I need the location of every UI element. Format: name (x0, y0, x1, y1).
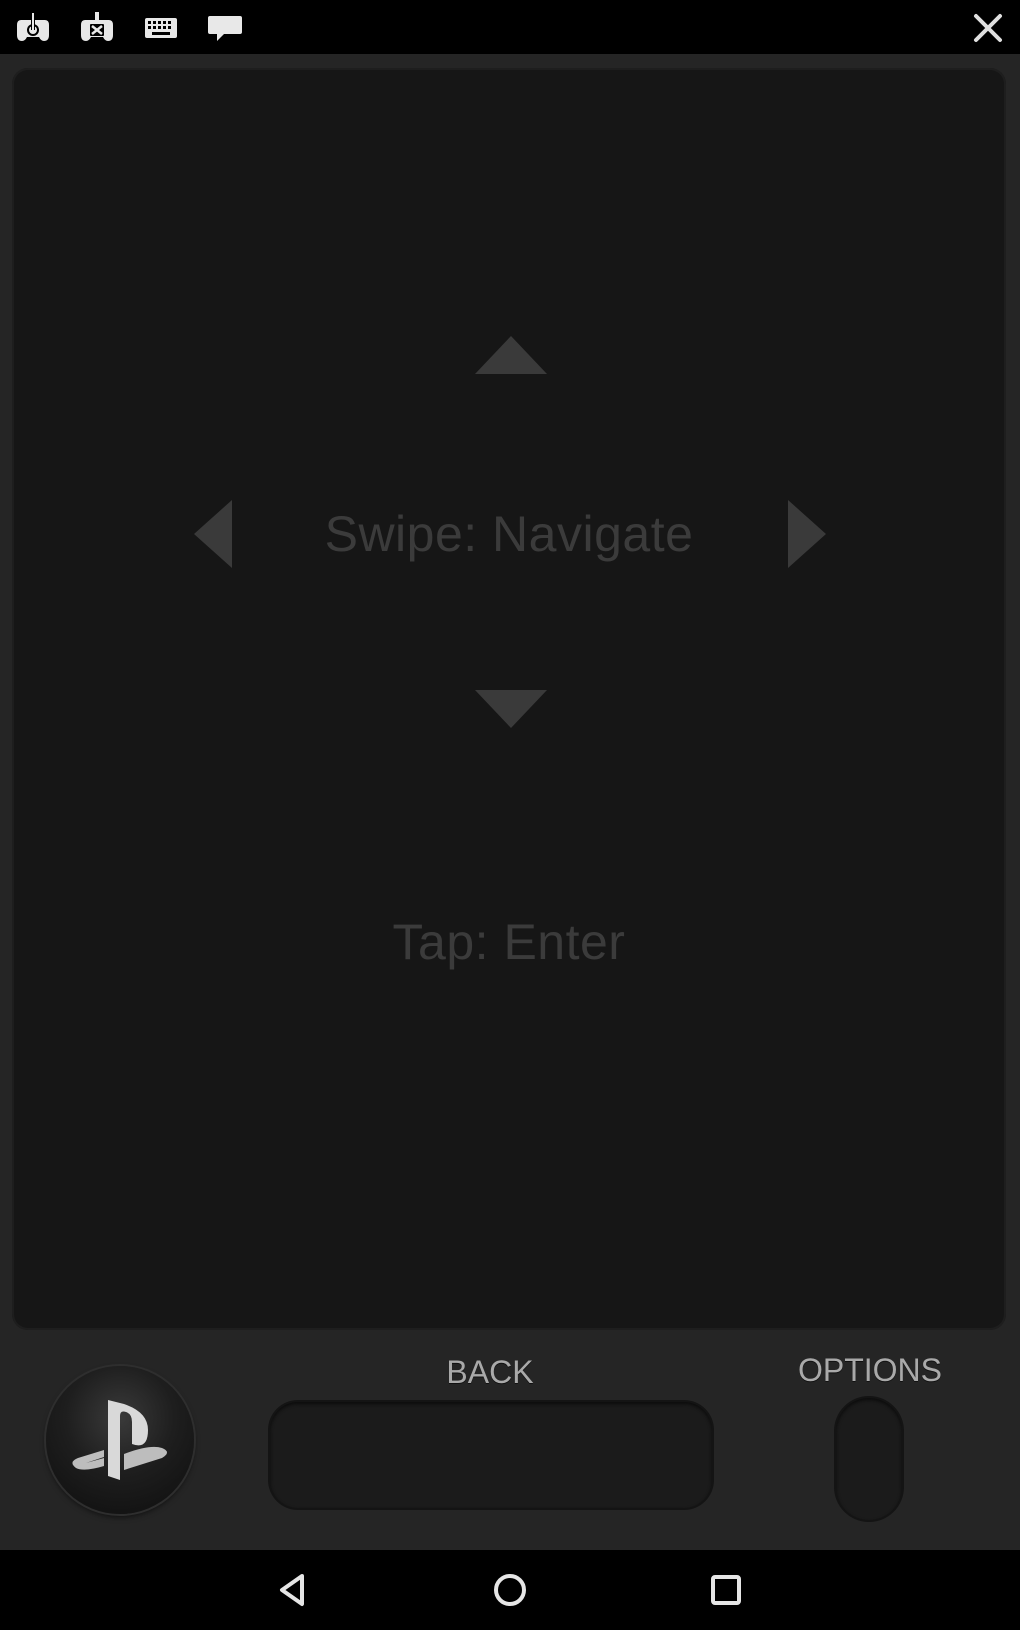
down-arrow-icon (473, 688, 549, 735)
options-button[interactable] (836, 1398, 902, 1520)
right-arrow-icon (786, 498, 828, 575)
recents-nav-icon[interactable] (702, 1566, 750, 1614)
playstation-logo-icon (72, 1400, 167, 1480)
close-icon[interactable] (968, 8, 1008, 48)
controller-power-icon[interactable] (14, 8, 52, 46)
up-arrow-icon (473, 334, 549, 381)
chat-icon[interactable] (206, 8, 244, 46)
remote-play-screen: Swipe: Navigate Tap: Enter BACK OPTIONS (0, 0, 1020, 1630)
swipe-hint: Swipe: Navigate (324, 506, 694, 562)
back-label: BACK (446, 1354, 534, 1390)
home-nav-icon[interactable] (486, 1566, 534, 1614)
system-navigation-bar (0, 1550, 1020, 1630)
controller-settings-icon[interactable] (78, 8, 116, 46)
tap-hint: Tap: Enter (392, 914, 626, 970)
keyboard-icon[interactable] (142, 8, 180, 46)
controller-buttons: BACK OPTIONS (0, 1332, 1020, 1550)
back-button[interactable] (270, 1402, 712, 1508)
top-toolbar (0, 0, 1020, 54)
back-nav-icon[interactable] (270, 1566, 318, 1614)
options-label: OPTIONS (797, 1352, 942, 1388)
ps-button[interactable] (46, 1366, 194, 1514)
touchpad[interactable]: Swipe: Navigate Tap: Enter (12, 68, 1006, 1330)
